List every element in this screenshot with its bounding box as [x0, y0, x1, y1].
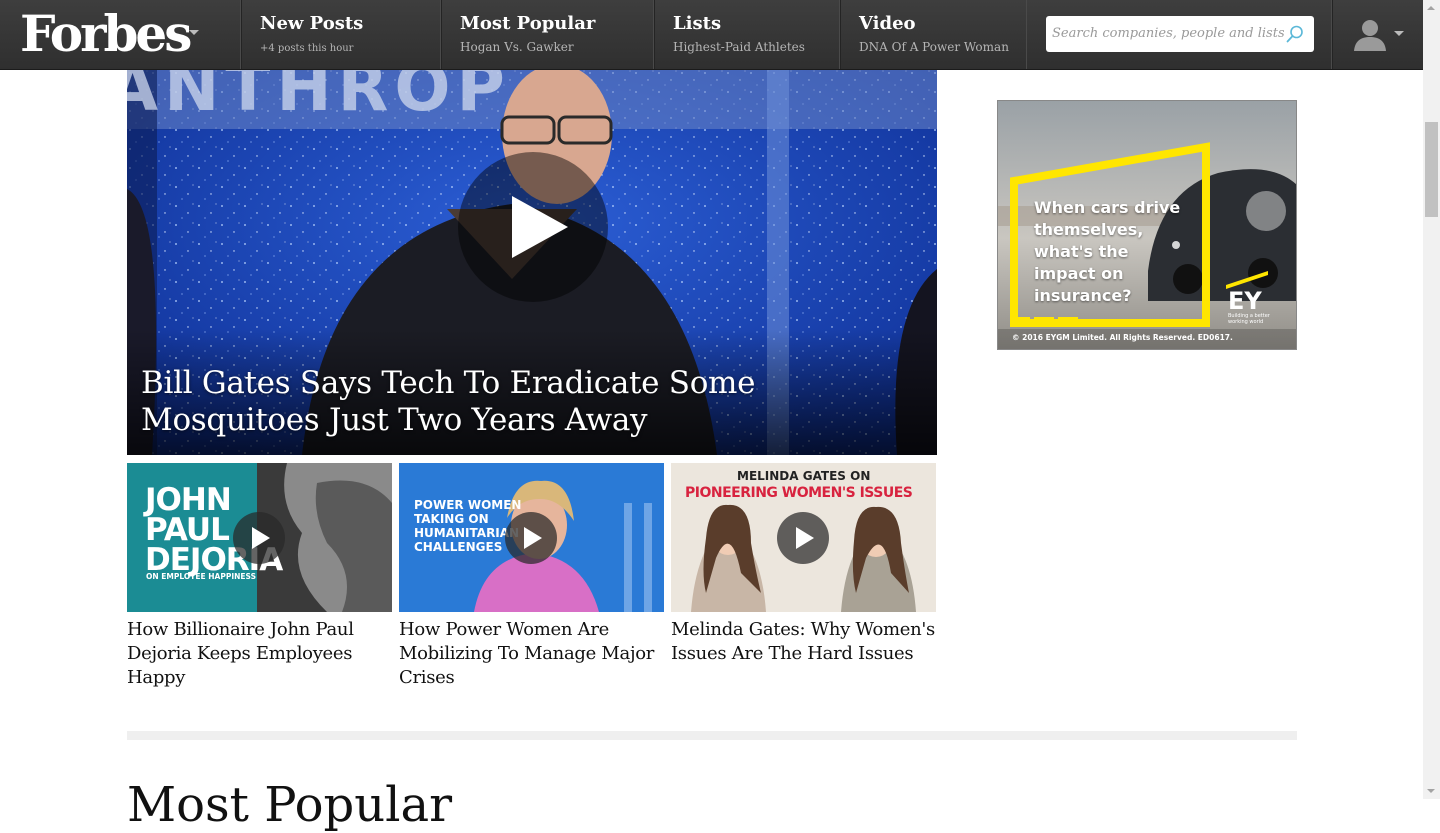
play-button[interactable]: [233, 512, 285, 564]
scroll-down-arrow-icon[interactable]: [1427, 789, 1435, 793]
search-icon[interactable]: [1285, 24, 1305, 44]
video-overlay-kicker: MELINDA GATES ON: [737, 469, 871, 483]
play-button[interactable]: [505, 512, 557, 564]
featured-video-headline[interactable]: Bill Gates Says Tech To Eradicate Some M…: [141, 365, 931, 439]
video-thumbnail[interactable]: POWER WOMEN TAKING ON HUMANITARIAN CHALL…: [399, 463, 664, 612]
nav-video-subtitle[interactable]: DNA Of A Power Woman: [859, 40, 1009, 54]
forbes-logo[interactable]: Forbes: [20, 2, 192, 66]
nav-most-popular-subtitle[interactable]: Hogan Vs. Gawker: [460, 40, 574, 54]
play-icon[interactable]: [251, 526, 271, 550]
nav-new-posts-title[interactable]: New Posts: [260, 13, 363, 34]
search-input[interactable]: [1046, 16, 1284, 50]
video-overlay-subtitle: ON EMPLOYEE HAPPINESS: [146, 572, 256, 581]
ad-brand-logo: EY: [1228, 287, 1262, 315]
scrollbar-thumb[interactable]: [1425, 122, 1438, 217]
video-card[interactable]: MELINDA GATES ON PIONEERING WOMEN'S ISSU…: [671, 463, 936, 666]
hero-backdrop-text: ANTHROP: [127, 69, 511, 126]
user-menu-caret-icon[interactable]: [1394, 31, 1404, 36]
top-navigation-bar: Forbes New Posts +4 posts this hour Most…: [0, 0, 1423, 70]
most-popular-heading: Most Popular: [127, 777, 453, 833]
logo-dropdown-caret-icon[interactable]: [189, 30, 199, 35]
play-icon[interactable]: [523, 526, 543, 550]
ad-headline: When cars drive themselves, what's the i…: [1034, 198, 1181, 305]
video-overlay-title: PIONEERING WOMEN'S ISSUES: [685, 485, 913, 501]
video-caption[interactable]: How Billionaire John Paul Dejoria Keeps …: [127, 618, 392, 690]
ad-tagline: Building a better working world: [1228, 313, 1270, 325]
user-menu[interactable]: [1331, 0, 1424, 69]
featured-video[interactable]: ANTHROP Bill Gates Says Tech To Eradicat…: [127, 69, 937, 455]
play-button[interactable]: [777, 512, 829, 564]
video-thumbnail[interactable]: JOHN PAUL DEJORIA ON EMPLOYEE HAPPINESS: [127, 463, 392, 612]
video-card[interactable]: JOHN PAUL DEJORIA ON EMPLOYEE HAPPINESS …: [127, 463, 392, 690]
ad-copyright: © 2016 EYGM Limited. All Rights Reserved…: [1012, 333, 1233, 342]
nav-most-popular-title[interactable]: Most Popular: [460, 13, 595, 34]
video-thumbnail[interactable]: MELINDA GATES ON PIONEERING WOMEN'S ISSU…: [671, 463, 936, 612]
nav-lists[interactable]: Lists Highest-Paid Athletes: [653, 0, 839, 69]
nav-new-posts-subtitle: +4 posts this hour: [260, 43, 354, 54]
video-card[interactable]: POWER WOMEN TAKING ON HUMANITARIAN CHALL…: [399, 463, 664, 690]
page-scrollbar[interactable]: [1423, 0, 1440, 799]
nav-lists-subtitle[interactable]: Highest-Paid Athletes: [673, 40, 805, 54]
nav-new-posts[interactable]: New Posts +4 posts this hour: [240, 0, 440, 69]
video-caption[interactable]: How Power Women Are Mobilizing To Manage…: [399, 618, 664, 690]
section-divider: [127, 731, 1297, 740]
nav-video-title[interactable]: Video: [859, 13, 916, 34]
play-icon[interactable]: [510, 194, 570, 260]
nav-lists-title[interactable]: Lists: [673, 13, 721, 34]
advertisement[interactable]: When cars drive themselves, what's the i…: [997, 100, 1297, 350]
nav-most-popular[interactable]: Most Popular Hogan Vs. Gawker: [440, 0, 653, 69]
play-button[interactable]: [458, 152, 608, 302]
search-box: [1046, 16, 1314, 52]
play-icon[interactable]: [795, 526, 815, 550]
user-avatar-icon[interactable]: [1352, 17, 1388, 51]
scroll-up-arrow-icon[interactable]: [1427, 6, 1435, 10]
nav-video[interactable]: Video DNA Of A Power Woman: [839, 0, 1027, 69]
video-caption[interactable]: Melinda Gates: Why Women's Issues Are Th…: [671, 618, 936, 666]
